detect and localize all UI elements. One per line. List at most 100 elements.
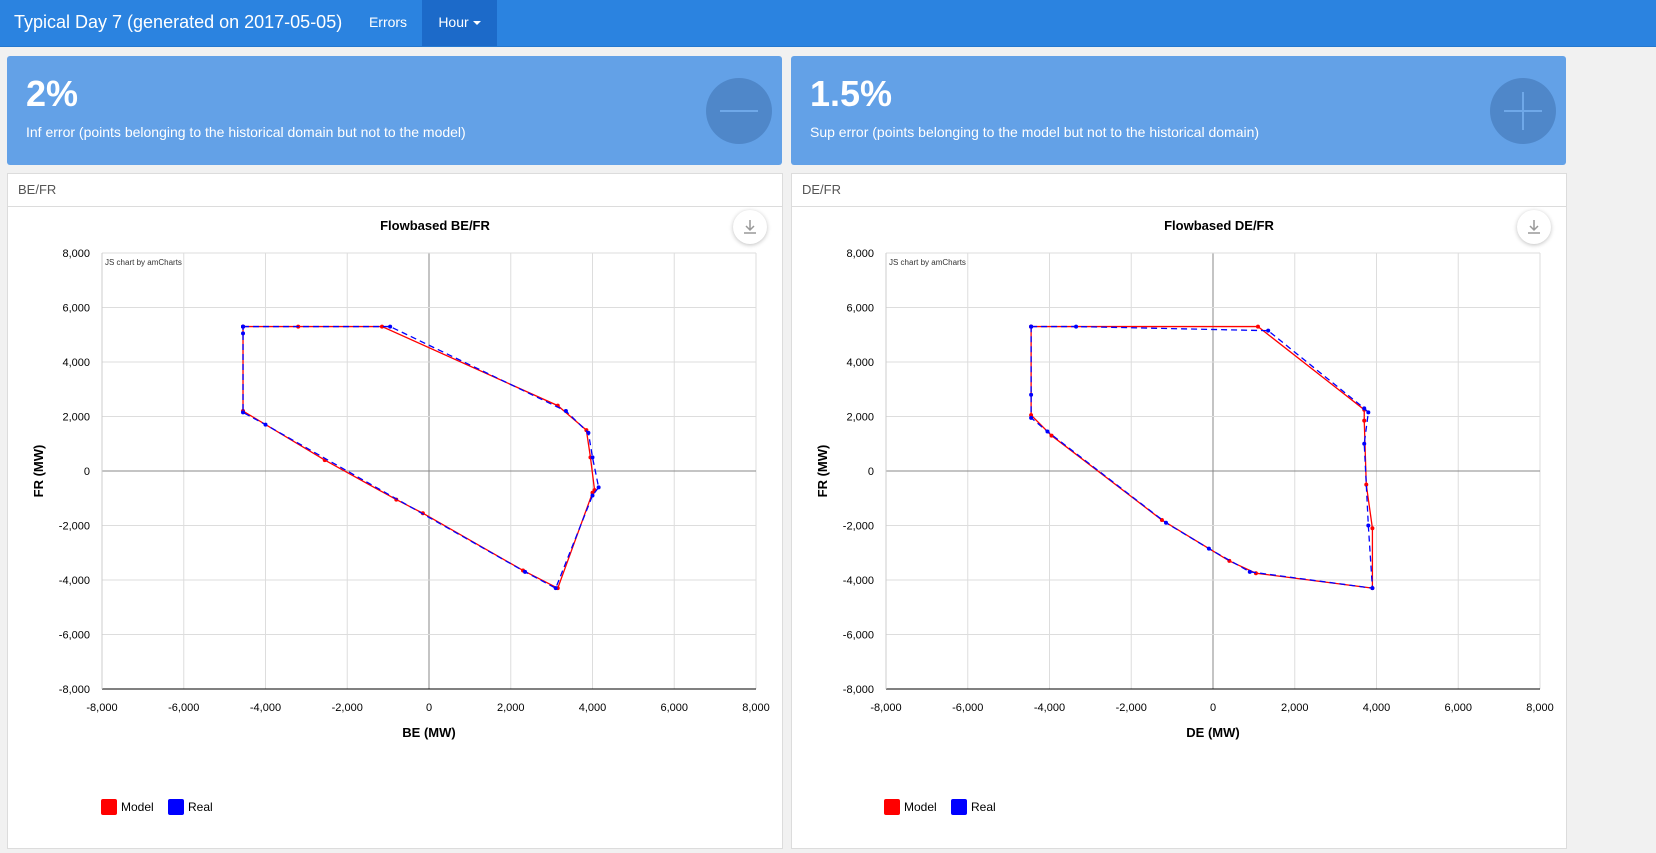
- y-tick-label: 2,000: [62, 412, 90, 424]
- legend-label: Model: [904, 800, 937, 814]
- inf-error-value: 2%: [26, 73, 79, 114]
- y-tick-label: -6,000: [843, 630, 874, 642]
- x-axis-label: DE (MW): [1186, 725, 1239, 740]
- inf-error-label: Inf error (points belonging to the histo…: [26, 124, 466, 140]
- chart-credit: JS chart by amCharts: [889, 258, 966, 267]
- data-point-real: [263, 422, 268, 427]
- y-tick-label: 8,000: [62, 248, 90, 260]
- panel-de-fr: DE/FR -8,000 -6,000 -4,000 -2,000 0 2,000 4,00…: [791, 173, 1567, 849]
- panel-heading: BE/FR: [8, 174, 782, 207]
- data-point-model: [1370, 526, 1375, 531]
- data-point-real: [1362, 441, 1367, 446]
- y-tick-label: -4,000: [843, 575, 874, 587]
- data-point-model: [1255, 324, 1260, 329]
- data-point-real: [1029, 415, 1034, 420]
- navbar: Typical Day 7 (generated on 2017-05-05) …: [0, 0, 1656, 47]
- export-button[interactable]: [1517, 210, 1551, 244]
- data-point-real: [388, 324, 393, 329]
- chart-be-fr: -8,000 -6,000 -4,000 -2,000 0 2,000 4,000 6,000…: [31, 218, 770, 740]
- chart-credit: JS chart by amCharts: [105, 258, 182, 267]
- x-tick-label: 8,000: [742, 702, 770, 714]
- y-tick-label: -2,000: [59, 521, 90, 533]
- data-point-real: [563, 409, 568, 414]
- nav-hour-label: Hour: [438, 14, 469, 30]
- data-point-model: [1049, 433, 1054, 438]
- data-point-real: [1029, 324, 1034, 329]
- x-axis-label: BE (MW): [402, 725, 455, 740]
- data-point-real: [1370, 586, 1375, 591]
- legend-swatch: [168, 799, 184, 815]
- x-tick-label: 2,000: [1281, 702, 1309, 714]
- y-tick-label: 2,000: [846, 412, 874, 424]
- data-point-real: [596, 485, 601, 490]
- x-tick-label: 0: [426, 702, 432, 714]
- data-point-real: [1163, 520, 1168, 525]
- y-tick-label: 4,000: [62, 357, 90, 369]
- y-tick-label: -6,000: [59, 630, 90, 642]
- x-tick-label: 4,000: [1363, 702, 1391, 714]
- legend-label: Model: [121, 800, 154, 814]
- data-point-real: [1362, 406, 1367, 411]
- data-point-real: [1074, 324, 1079, 329]
- x-tick-label: -2,000: [1116, 702, 1147, 714]
- legend-label: Real: [971, 800, 996, 814]
- nav-hour-dropdown[interactable]: Hour: [422, 0, 497, 46]
- x-tick-label: -6,000: [168, 702, 199, 714]
- sup-error-value: 1.5%: [810, 73, 893, 114]
- data-point-real: [1266, 328, 1271, 333]
- x-tick-label: 8,000: [1526, 702, 1554, 714]
- x-tick-label: 6,000: [1444, 702, 1472, 714]
- panel-be-fr: BE/FR -8,000 -6,000 -4,000 -2,000 0 2,000 4,00…: [7, 173, 783, 849]
- y-tick-label: -8,000: [843, 684, 874, 696]
- data-point-real: [1366, 410, 1371, 415]
- x-tick-label: -6,000: [952, 702, 983, 714]
- chart-de-fr: -8,000 -6,000 -4,000 -2,000 0 2,000 4,000 6,000…: [815, 218, 1554, 740]
- data-point-real: [241, 324, 246, 329]
- x-tick-label: 2,000: [497, 702, 525, 714]
- y-tick-label: -4,000: [59, 575, 90, 587]
- legend-swatch: [884, 799, 900, 815]
- y-axis-label: FR (MW): [815, 445, 830, 498]
- x-tick-label: -4,000: [250, 702, 281, 714]
- x-tick-label: -8,000: [870, 702, 901, 714]
- data-point-real: [1045, 429, 1050, 434]
- y-tick-label: -8,000: [59, 684, 90, 696]
- x-tick-label: -8,000: [86, 702, 117, 714]
- plus-icon: [1490, 78, 1556, 144]
- x-tick-label: -2,000: [332, 702, 363, 714]
- y-tick-label: -2,000: [843, 521, 874, 533]
- legend-label: Real: [188, 800, 213, 814]
- legend-swatch: [951, 799, 967, 815]
- panel-heading: DE/FR: [792, 174, 1566, 207]
- minus-icon: [706, 78, 772, 144]
- chart-title: Flowbased DE/FR: [1164, 218, 1274, 233]
- data-point-real: [1366, 523, 1371, 528]
- legend-swatch: [101, 799, 117, 815]
- data-point-real: [523, 569, 528, 574]
- sup-error-card: 1.5% Sup error (points belonging to the …: [791, 56, 1566, 165]
- data-point-real: [1247, 569, 1252, 574]
- export-button[interactable]: [733, 210, 767, 244]
- data-point-real: [1206, 546, 1211, 551]
- data-point-real: [241, 410, 246, 415]
- inf-error-card: 2% Inf error (points belonging to the hi…: [7, 56, 782, 165]
- data-point-real: [590, 493, 595, 498]
- x-tick-label: -4,000: [1034, 702, 1065, 714]
- data-point-real: [241, 331, 246, 336]
- data-point-model: [1362, 418, 1367, 423]
- x-tick-label: 4,000: [579, 702, 607, 714]
- nav-errors-link[interactable]: Errors: [354, 0, 422, 46]
- data-point-real: [586, 430, 591, 435]
- y-tick-label: 0: [84, 466, 90, 478]
- chart-title: Flowbased BE/FR: [380, 218, 490, 233]
- download-icon: [744, 220, 756, 234]
- data-point-real: [590, 455, 595, 460]
- y-axis-label: FR (MW): [31, 445, 46, 498]
- data-point-real: [553, 586, 558, 591]
- x-tick-label: 6,000: [660, 702, 688, 714]
- data-point-real: [1029, 392, 1034, 397]
- caret-down-icon: [472, 21, 481, 26]
- app-title[interactable]: Typical Day 7 (generated on 2017-05-05): [14, 0, 342, 44]
- y-tick-label: 0: [868, 466, 874, 478]
- download-icon: [1528, 220, 1540, 234]
